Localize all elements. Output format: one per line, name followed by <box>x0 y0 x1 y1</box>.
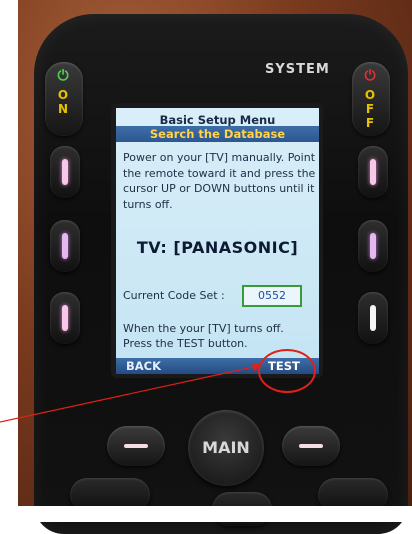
minus-icon <box>299 444 323 448</box>
main-button[interactable]: MAIN <box>188 410 264 486</box>
bottom-margin <box>0 506 412 522</box>
main-label: MAIN <box>202 438 250 457</box>
nav-right-button[interactable] <box>282 426 340 466</box>
nav-left-button[interactable] <box>107 426 165 466</box>
minus-icon <box>124 444 148 448</box>
